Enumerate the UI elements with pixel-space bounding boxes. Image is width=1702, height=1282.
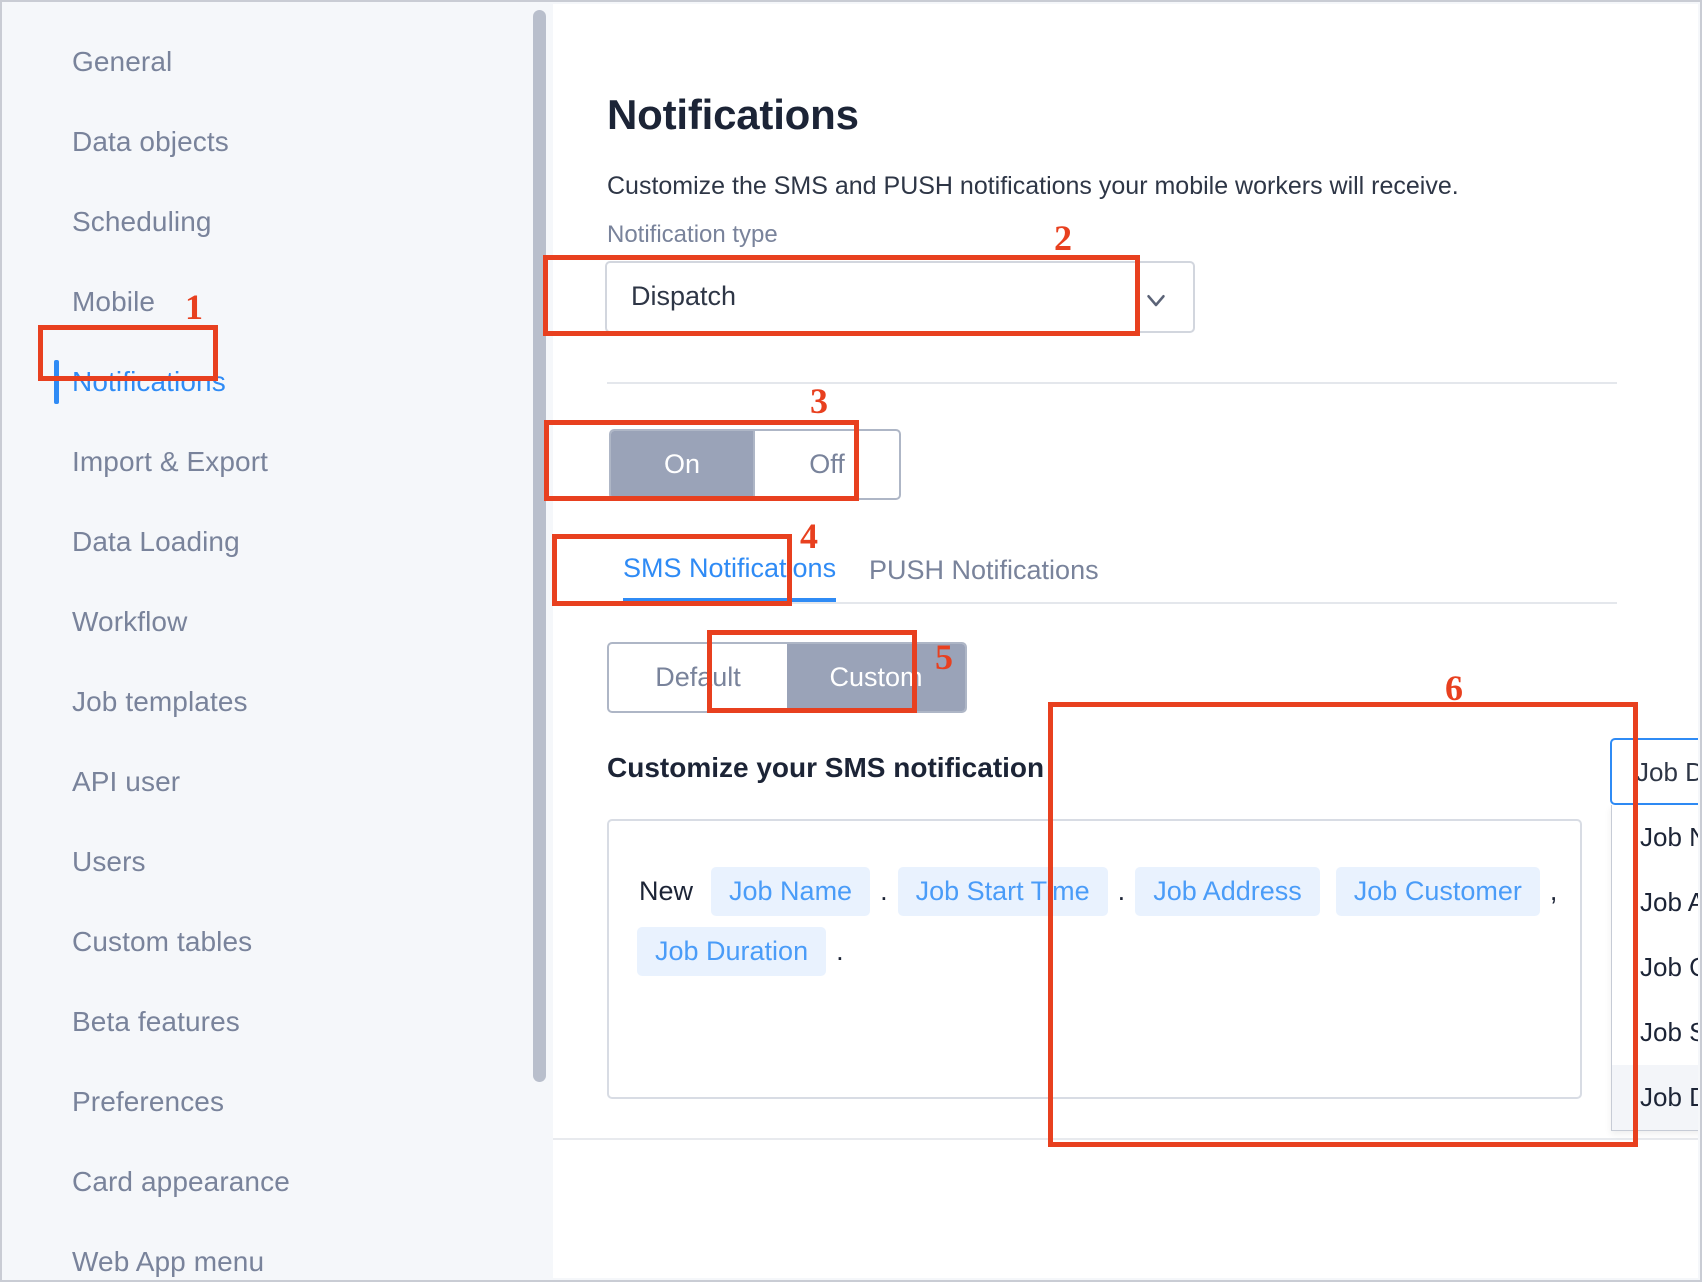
on-off-toggle: On Off xyxy=(609,429,901,500)
content-column: Notifications Customize the SMS and PUSH… xyxy=(605,4,1645,1138)
settings-sidebar: General Data objects Scheduling Mobile N… xyxy=(4,4,534,1282)
default-template-button[interactable]: Default xyxy=(609,644,787,711)
message-punct: . xyxy=(880,876,888,907)
sidebar-item-job-templates[interactable]: Job templates xyxy=(4,662,534,742)
sidebar-item-general[interactable]: General xyxy=(4,22,534,102)
sidebar-item-label: Data Loading xyxy=(72,526,240,558)
variable-chip-job-start-time[interactable]: Job Start Time xyxy=(898,867,1108,916)
variable-chip-job-address[interactable]: Job Address xyxy=(1135,867,1320,916)
variable-select-value: Job Duration xyxy=(1636,757,1698,788)
sidebar-item-card-appearance[interactable]: Card appearance xyxy=(4,1142,534,1222)
sidebar-item-label: Scheduling xyxy=(72,206,212,238)
variable-option-job-duration[interactable]: Job Duration xyxy=(1612,1065,1698,1130)
sidebar-item-label: Notifications xyxy=(72,366,226,398)
variable-select[interactable]: Job Duration xyxy=(1610,738,1698,805)
variable-option-job-address[interactable]: Job Address xyxy=(1612,870,1698,935)
main-content-scroll-area: Notifications Customize the SMS and PUSH… xyxy=(553,4,1698,1138)
sidebar-item-web-app-menu[interactable]: Web App menu xyxy=(4,1222,534,1282)
sidebar-item-scheduling[interactable]: Scheduling xyxy=(4,182,534,262)
sidebar-item-label: Job templates xyxy=(72,686,248,718)
chevron-down-icon xyxy=(1141,285,1171,320)
tab-push-notifications[interactable]: PUSH Notifications xyxy=(869,539,1099,602)
customize-section-title: Customize your SMS notification xyxy=(607,752,1044,784)
sidebar-item-label: Beta features xyxy=(72,1006,240,1038)
sidebar-item-label: Data objects xyxy=(72,126,229,158)
sidebar-item-label: Users xyxy=(72,846,146,878)
notification-type-select[interactable]: Dispatch xyxy=(605,261,1195,333)
page-title: Notifications xyxy=(607,91,859,139)
toggle-on-button[interactable]: On xyxy=(611,431,755,498)
message-static-text: New xyxy=(639,876,693,907)
main-content-panel: Notifications Customize the SMS and PUSH… xyxy=(553,4,1698,1278)
tab-sms-notifications[interactable]: SMS Notifications xyxy=(623,539,836,602)
section-divider xyxy=(607,382,1617,384)
sidebar-item-mobile[interactable]: Mobile xyxy=(4,262,534,342)
sidebar-item-preferences[interactable]: Preferences xyxy=(4,1062,534,1142)
sidebar-item-beta-features[interactable]: Beta features xyxy=(4,982,534,1062)
sidebar-scrollbar-thumb[interactable] xyxy=(533,10,546,1082)
sidebar-item-label: Import & Export xyxy=(72,446,268,478)
notification-type-label: Notification type xyxy=(607,221,778,249)
notification-type-value: Dispatch xyxy=(631,281,736,312)
sidebar-item-import-export[interactable]: Import & Export xyxy=(4,422,534,502)
sidebar-item-label: Card appearance xyxy=(72,1166,290,1198)
sidebar-item-label: Mobile xyxy=(72,286,155,318)
message-line-1: New Job Name . Job Start Time . Job Addr… xyxy=(637,861,1552,921)
message-punct: . xyxy=(1118,876,1126,907)
variable-chip-job-customer[interactable]: Job Customer xyxy=(1336,867,1540,916)
sidebar-item-users[interactable]: Users xyxy=(4,822,534,902)
sidebar-item-label: Preferences xyxy=(72,1086,224,1118)
sidebar-item-notifications[interactable]: Notifications xyxy=(4,342,534,422)
variable-chip-job-name[interactable]: Job Name xyxy=(711,867,870,916)
variable-option-job-start-time[interactable]: Job Start Time xyxy=(1612,1000,1698,1065)
sidebar-item-label: Workflow xyxy=(72,606,187,638)
variable-option-job-customer[interactable]: Job Customer xyxy=(1612,935,1698,1000)
editor-footer-bar xyxy=(553,1138,1698,1278)
notification-channel-tabs: SMS Notifications PUSH Notifications xyxy=(607,539,1617,604)
sidebar-item-data-loading[interactable]: Data Loading xyxy=(4,502,534,582)
sms-message-editor[interactable]: New Job Name . Job Start Time . Job Addr… xyxy=(607,819,1582,1099)
message-punct: , xyxy=(1550,876,1558,907)
settings-window: General Data objects Scheduling Mobile N… xyxy=(0,0,1702,1282)
sidebar-item-data-objects[interactable]: Data objects xyxy=(4,102,534,182)
sidebar-item-label: API user xyxy=(72,766,180,798)
sidebar-item-workflow[interactable]: Workflow xyxy=(4,582,534,662)
variable-option-job-name[interactable]: Job Name xyxy=(1612,805,1698,870)
sidebar-item-label: General xyxy=(72,46,172,78)
sidebar-item-label: Web App menu xyxy=(72,1246,264,1278)
variable-chip-job-duration[interactable]: Job Duration xyxy=(637,927,826,976)
custom-template-button[interactable]: Custom xyxy=(787,644,965,711)
sidebar-item-label: Custom tables xyxy=(72,926,252,958)
template-mode-toggle: Default Custom xyxy=(607,642,967,713)
toggle-off-button[interactable]: Off xyxy=(755,431,899,498)
page-subtitle: Customize the SMS and PUSH notifications… xyxy=(607,172,1459,201)
message-line-2: Job Duration . xyxy=(637,921,1552,981)
message-punct: . xyxy=(836,936,844,967)
sidebar-item-api-user[interactable]: API user xyxy=(4,742,534,822)
variable-options-menu: Job Name Job Address Job Customer Job St… xyxy=(1611,805,1698,1131)
sidebar-item-custom-tables[interactable]: Custom tables xyxy=(4,902,534,982)
